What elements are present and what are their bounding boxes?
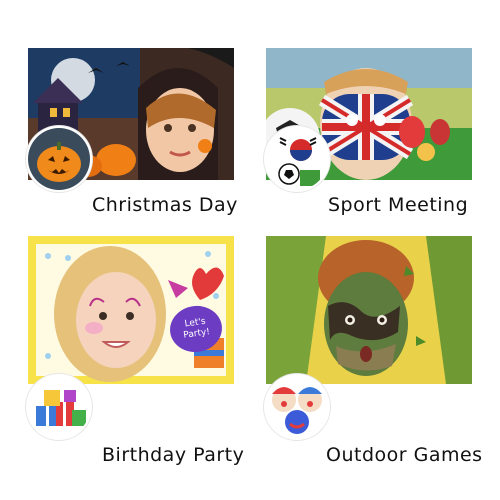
lets-party-text: Let's Party! [182,316,211,341]
birthday-badge [26,374,92,440]
camouflage-scene [266,236,472,384]
gift-boxes-icon [28,376,90,438]
pumpkin-icon [28,128,90,190]
outdoor-games-photo [266,236,472,384]
outdoor-badge [264,374,330,440]
clown-faces-icon [266,376,328,438]
caption-christmas-day: Christmas Day [92,194,238,216]
caption-birthday-party: Birthday Party [102,444,245,466]
caption-outdoor-games: Outdoor Games [326,444,483,466]
flag-soccer-icon [266,128,328,190]
sport-badge [264,126,330,192]
caption-sport-meeting: Sport Meeting [328,194,469,216]
christmas-badge [26,126,92,192]
